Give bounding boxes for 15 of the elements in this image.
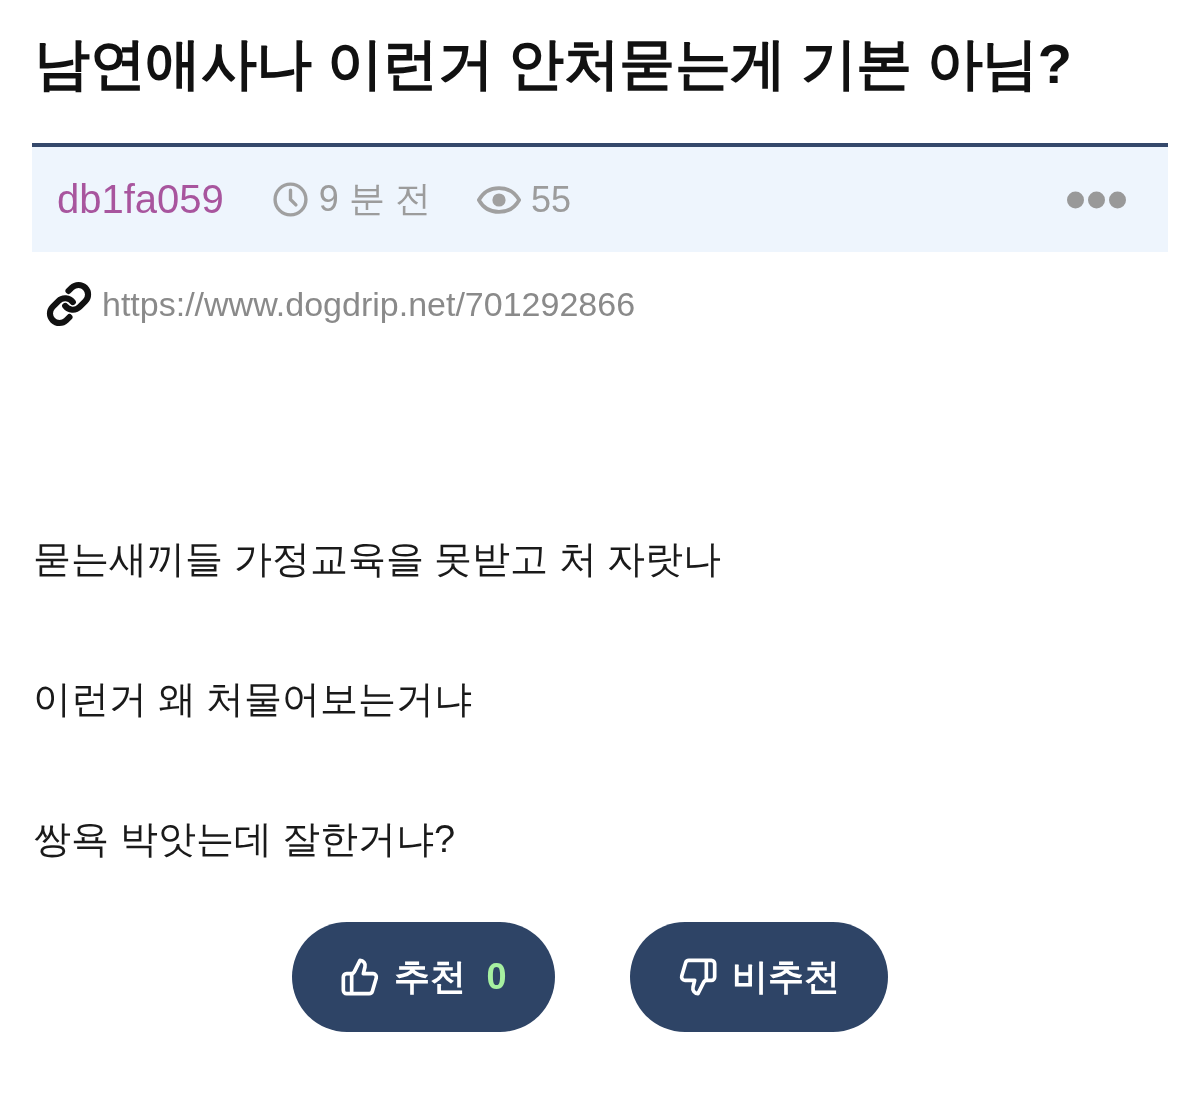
link-icon — [46, 281, 92, 327]
upvote-button[interactable]: 추천 0 — [292, 922, 555, 1032]
downvote-button[interactable]: 비추천 — [629, 922, 888, 1032]
thumbs-up-icon — [340, 957, 381, 997]
body-text: 쌍욕 박앗는데 잘한거냐? — [32, 817, 457, 862]
post-time: 9 분 전 — [318, 177, 431, 221]
body-text: 이런거 왜 처물어보는거냐 — [32, 677, 474, 722]
body-text: 묻는새끼들 가정교육을 못받고 처 자랏나 — [32, 537, 723, 582]
eye-icon — [476, 185, 521, 214]
clock-icon — [271, 181, 309, 218]
post-title: 남연애사나 이런거 안처묻는게 기본 아님? — [33, 31, 1073, 97]
view-count: 55 — [530, 178, 571, 221]
author-name[interactable]: db1fa059 — [57, 177, 224, 222]
more-icon[interactable] — [1066, 189, 1127, 210]
thumbs-down-icon — [677, 957, 718, 997]
